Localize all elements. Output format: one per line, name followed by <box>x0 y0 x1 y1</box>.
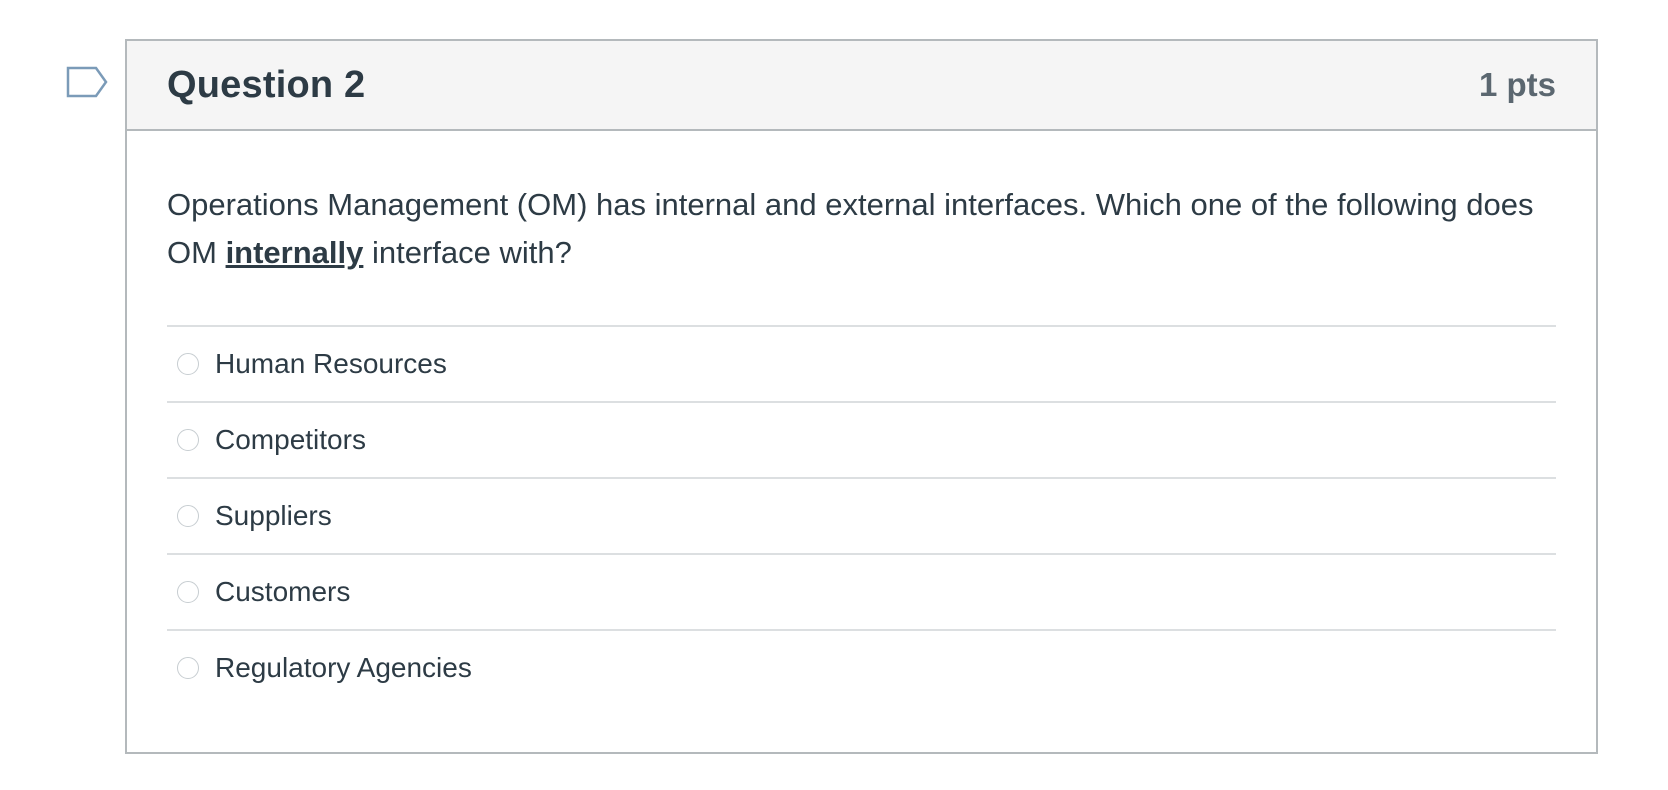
answer-label: Regulatory Agencies <box>215 652 472 683</box>
radio-button[interactable] <box>177 429 199 451</box>
answer-option[interactable]: Regulatory Agencies <box>167 631 1556 705</box>
question-card: Question 2 1 pts Operations Management (… <box>125 39 1598 754</box>
radio-button[interactable] <box>177 581 199 603</box>
question-header: Question 2 1 pts <box>127 41 1596 131</box>
radio-button[interactable] <box>177 353 199 375</box>
question-text-emphasis: internally <box>225 235 364 270</box>
radio-button[interactable] <box>177 657 199 679</box>
question-text-after: interface with? <box>363 235 572 270</box>
answer-label: Customers <box>215 576 351 607</box>
answer-list: Human Resources Competitors Suppliers Cu… <box>167 325 1556 705</box>
answer-option[interactable]: Suppliers <box>167 479 1556 555</box>
answer-option[interactable]: Customers <box>167 555 1556 631</box>
question-text: Operations Management (OM) has internal … <box>167 181 1556 277</box>
answer-label: Suppliers <box>215 500 332 531</box>
question-points: 1 pts <box>1478 66 1556 103</box>
flag-question-icon[interactable] <box>66 66 108 98</box>
radio-button[interactable] <box>177 505 199 527</box>
quiz-page: Question 2 1 pts Operations Management (… <box>0 0 1668 790</box>
answer-label: Human Resources <box>215 348 447 379</box>
answer-option[interactable]: Competitors <box>167 403 1556 479</box>
question-body: Operations Management (OM) has internal … <box>127 131 1596 705</box>
answer-label: Competitors <box>215 424 366 455</box>
question-title: Question 2 <box>167 63 366 106</box>
answer-option[interactable]: Human Resources <box>167 327 1556 403</box>
